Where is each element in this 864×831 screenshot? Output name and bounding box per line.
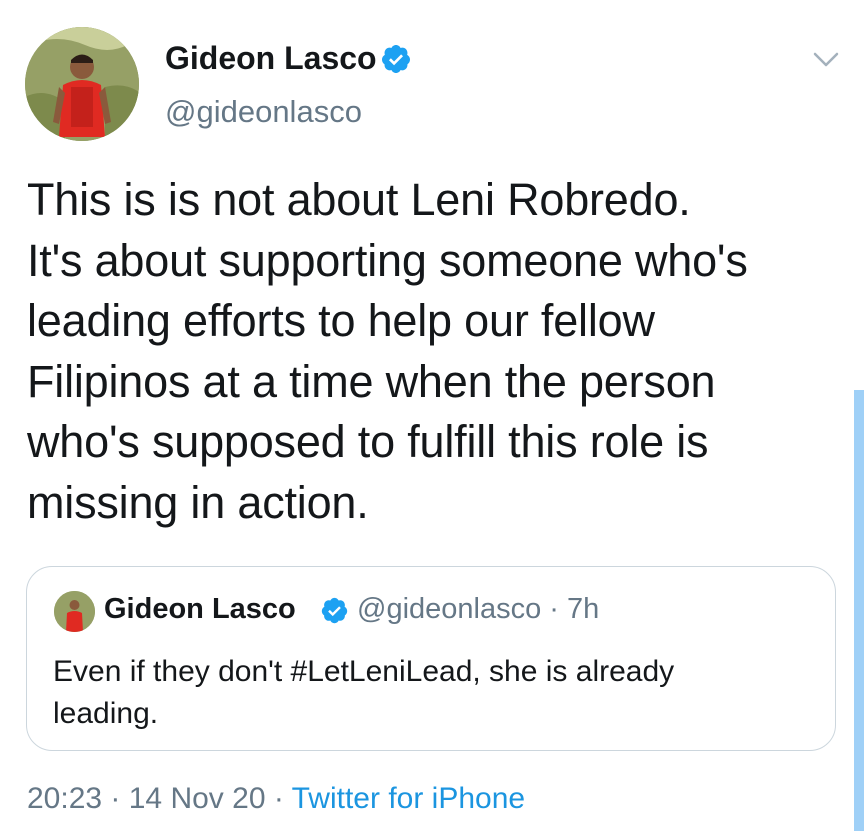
tweet-text-line: It's about supporting someone who's [27, 234, 748, 286]
quoted-verified-badge-icon [321, 597, 348, 624]
avatar-photo [25, 27, 139, 141]
tweet-text-line: This is is not about Leni Robredo. [27, 174, 691, 225]
quoted-meta: @gideonlasco · 7h [357, 593, 599, 626]
author-avatar[interactable] [25, 27, 139, 141]
footer-separator: · [265, 782, 292, 815]
quoted-avatar-photo [54, 591, 95, 632]
meta-separator: · [541, 593, 568, 625]
quoted-author-handle: @gideonlasco [357, 593, 542, 625]
scrollbar[interactable] [854, 390, 864, 831]
author-handle[interactable]: @gideonlasco [165, 94, 362, 130]
quoted-author-display-name: Gideon Lasco [104, 593, 296, 625]
verified-badge-icon [381, 45, 410, 73]
tweet-date[interactable]: 14 Nov 20 [129, 782, 266, 815]
quoted-tweet-card[interactable]: Gideon Lasco @gideonlasco · 7h Even if t… [26, 566, 836, 751]
quoted-author-avatar [54, 591, 95, 632]
quoted-tweet-text: Even if they don't #LetLeniLead, she is … [53, 651, 813, 735]
tweet: Gideon Lasco @gideonlasco This is is not… [0, 0, 864, 831]
tweet-text-line: leading efforts to help our fellow [27, 295, 655, 346]
chevron-down-icon[interactable] [812, 50, 840, 70]
tweet-text: This is is not about Leni Robredo. It's … [27, 170, 827, 533]
author-display-name[interactable]: Gideon Lasco [165, 40, 377, 77]
footer-separator: · [102, 782, 129, 815]
tweet-text-line: Filipinos at a time when the person [27, 355, 716, 407]
quoted-text-line: leading. [53, 697, 159, 730]
quoted-time-ago: 7h [567, 593, 600, 625]
tweet-time[interactable]: 20:23 [27, 782, 102, 815]
tweet-footer: 20:23 · 14 Nov 20 · Twitter for iPhone [27, 782, 525, 816]
tweet-text-line: missing in action. [27, 476, 369, 528]
quoted-text-line: Even if they don't #LetLeniLead, she is … [53, 655, 675, 688]
tweet-text-line: who's supposed to fulfill this role is [27, 416, 709, 467]
tweet-source-link[interactable]: Twitter for iPhone [292, 782, 525, 815]
